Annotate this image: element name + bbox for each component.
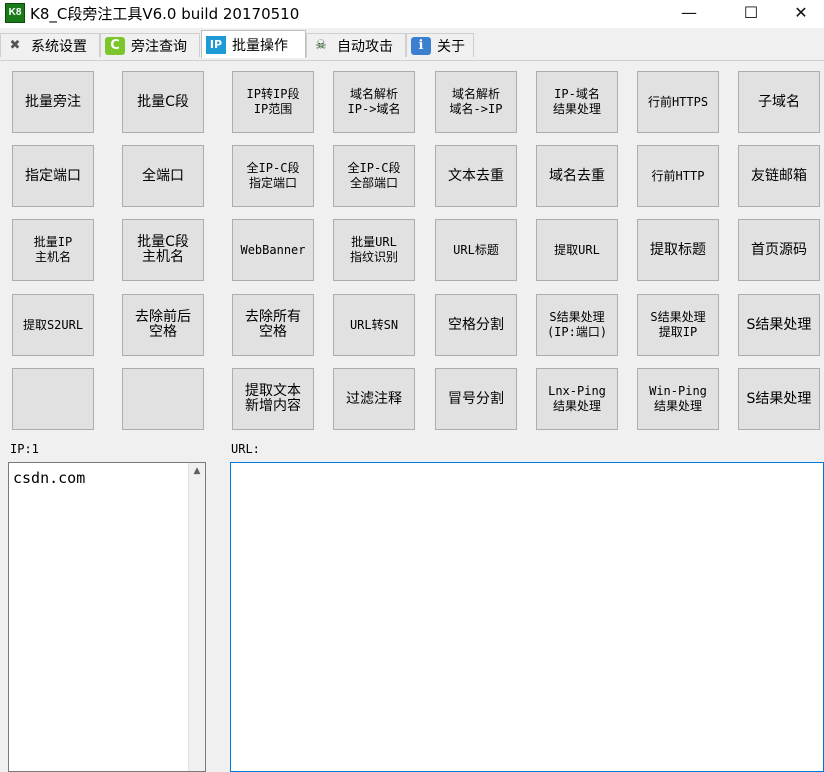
batch-button-r3-c5[interactable]: URL标题 <box>435 219 517 281</box>
batch-button-r2-c3[interactable]: 全IP-C段 指定端口 <box>232 145 314 207</box>
batch-button-r3-c2[interactable]: 批量C段 主机名 <box>122 219 204 281</box>
tab-label: 关于 <box>437 38 465 55</box>
batch-button-r2-c1[interactable]: 指定端口 <box>12 145 94 207</box>
batch-button-r3-c3[interactable]: WebBanner <box>232 219 314 281</box>
batch-button-r1-c5[interactable]: 域名解析 域名->IP <box>435 71 517 133</box>
ip-count-label: IP:1 <box>10 442 39 456</box>
tab-batch-operations[interactable]: IP 批量操作 <box>201 30 306 58</box>
batch-button-r3-c8[interactable]: 首页源码 <box>738 219 820 281</box>
batch-button-r3-c7[interactable]: 提取标题 <box>637 219 719 281</box>
minimize-button[interactable]: — <box>666 0 712 28</box>
batch-button-r2-c4[interactable]: 全IP-C段 全部端口 <box>333 145 415 207</box>
batch-button-r4-c7[interactable]: S结果处理 提取IP <box>637 294 719 356</box>
title-bar: K8 K8_C段旁注工具V6.0 build 20170510 — ☐ ✕ <box>0 0 824 28</box>
batch-button-r4-c3[interactable]: 去除所有 空格 <box>232 294 314 356</box>
tab-label: 系统设置 <box>31 38 87 55</box>
tab-about[interactable]: ℹ 关于 <box>406 33 474 57</box>
batch-operations-panel: 批量旁注 批量C段 IP转IP段 IP范围 域名解析 IP->域名 域名解析 域名->I… <box>0 61 824 772</box>
tab-side-query[interactable]: C 旁注查询 <box>100 33 200 57</box>
batch-button-r1-c1[interactable]: 批量旁注 <box>12 71 94 133</box>
tab-system-settings[interactable]: ✖ 系统设置 <box>0 33 100 57</box>
tab-auto-attack[interactable]: ☠ 自动攻击 <box>306 33 406 57</box>
info-icon: ℹ <box>411 36 431 55</box>
batch-button-r4-c4[interactable]: URL转SN <box>333 294 415 356</box>
batch-button-r1-c7[interactable]: 行前HTTPS <box>637 71 719 133</box>
batch-button-r5-c4[interactable]: 过滤注释 <box>333 368 415 430</box>
window-title: K8_C段旁注工具V6.0 build 20170510 <box>30 5 300 23</box>
batch-button-r5-c2[interactable] <box>122 368 204 430</box>
maximize-button[interactable]: ☐ <box>728 0 774 28</box>
tab-label: 批量操作 <box>232 37 288 54</box>
url-label: URL: <box>231 442 260 456</box>
batch-button-r1-c6[interactable]: IP-域名 结果处理 <box>536 71 618 133</box>
batch-button-r2-c6[interactable]: 域名去重 <box>536 145 618 207</box>
batch-button-r5-c5[interactable]: 冒号分割 <box>435 368 517 430</box>
batch-button-r5-c6[interactable]: Lnx-Ping 结果处理 <box>536 368 618 430</box>
scroll-up-icon[interactable]: ▲ <box>189 463 205 480</box>
batch-button-r3-c1[interactable]: 批量IP 主机名 <box>12 219 94 281</box>
batch-button-r1-c3[interactable]: IP转IP段 IP范围 <box>232 71 314 133</box>
tab-bar: ✖ 系统设置 C 旁注查询 IP 批量操作 ☠ 自动攻击 ℹ 关于 <box>0 28 824 61</box>
ip-list-content: csdn.com <box>13 469 86 487</box>
batch-button-r5-c3[interactable]: 提取文本 新增内容 <box>232 368 314 430</box>
tab-label: 旁注查询 <box>131 38 187 55</box>
batch-button-r4-c1[interactable]: 提取S2URL <box>12 294 94 356</box>
batch-button-r1-c8[interactable]: 子域名 <box>738 71 820 133</box>
batch-button-r4-c8[interactable]: S结果处理 <box>738 294 820 356</box>
batch-button-r2-c7[interactable]: 行前HTTP <box>637 145 719 207</box>
tab-label: 自动攻击 <box>337 38 393 55</box>
ip-icon: IP <box>206 35 226 54</box>
batch-button-r5-c7[interactable]: Win-Ping 结果处理 <box>637 368 719 430</box>
ip-list-scrollbar[interactable]: ▲ <box>188 463 205 771</box>
c-icon: C <box>105 36 125 55</box>
close-button[interactable]: ✕ <box>778 0 824 28</box>
ip-list-textarea[interactable]: csdn.com ▲ <box>8 462 206 772</box>
batch-button-r2-c2[interactable]: 全端口 <box>122 145 204 207</box>
batch-button-r4-c2[interactable]: 去除前后 空格 <box>122 294 204 356</box>
wrench-icon: ✖ <box>9 37 21 53</box>
batch-button-r3-c4[interactable]: 批量URL 指纹识别 <box>333 219 415 281</box>
batch-button-r4-c5[interactable]: 空格分割 <box>435 294 517 356</box>
batch-button-r4-c6[interactable]: S结果处理 (IP:端口) <box>536 294 618 356</box>
hacker-icon: ☠ <box>315 37 327 53</box>
batch-button-r3-c6[interactable]: 提取URL <box>536 219 618 281</box>
batch-button-r1-c4[interactable]: 域名解析 IP->域名 <box>333 71 415 133</box>
batch-button-r1-c2[interactable]: 批量C段 <box>122 71 204 133</box>
url-list-textarea[interactable] <box>230 462 824 772</box>
batch-button-r5-c8[interactable]: S结果处理 <box>738 368 820 430</box>
batch-button-r2-c5[interactable]: 文本去重 <box>435 145 517 207</box>
batch-button-r2-c8[interactable]: 友链邮箱 <box>738 145 820 207</box>
app-logo-icon: K8 <box>5 3 25 23</box>
batch-button-r5-c1[interactable] <box>12 368 94 430</box>
